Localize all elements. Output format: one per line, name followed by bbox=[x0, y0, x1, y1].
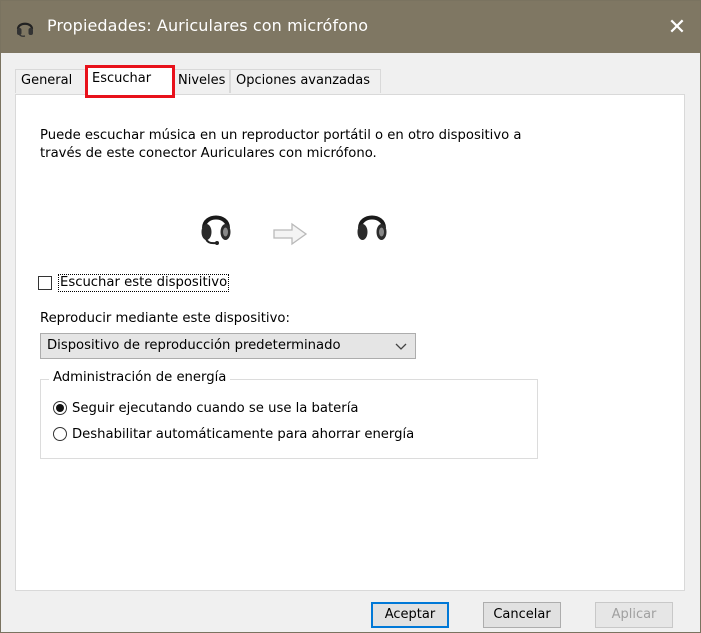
listen-checkbox-label[interactable]: Escuchar este dispositivo bbox=[58, 274, 230, 292]
ok-button[interactable]: Aceptar bbox=[371, 602, 449, 628]
apply-button[interactable]: Aplicar bbox=[595, 602, 673, 628]
listen-checkbox-row[interactable]: Escuchar este dispositivo bbox=[38, 273, 230, 293]
window-title: Propiedades: Auriculares con micrófono bbox=[47, 16, 369, 35]
playback-device-dropdown[interactable]: Dispositivo de reproducción predetermina… bbox=[40, 333, 416, 359]
properties-dialog: Propiedades: Auriculares con micrófono ✕… bbox=[0, 0, 701, 633]
radio-keep-running[interactable] bbox=[53, 401, 67, 415]
power-management-legend: Administración de energía bbox=[49, 370, 231, 385]
arrow-right-icon bbox=[273, 222, 308, 246]
radio-auto-disable[interactable] bbox=[53, 427, 67, 441]
listen-checkbox[interactable] bbox=[38, 276, 52, 290]
tab-general[interactable]: General bbox=[15, 69, 87, 93]
radio-auto-disable-label[interactable]: Deshabilitar automáticamente para ahorra… bbox=[72, 427, 414, 442]
radio-keep-running-row[interactable]: Seguir ejecutando cuando se use la bater… bbox=[53, 398, 358, 418]
radio-auto-disable-row[interactable]: Deshabilitar automáticamente para ahorra… bbox=[53, 424, 414, 444]
headset-target-icon bbox=[357, 215, 387, 240]
tab-niveles[interactable]: Niveles bbox=[172, 69, 230, 93]
listen-panel: Puede escuchar música en un reproductor … bbox=[15, 94, 685, 591]
power-management-group: Administración de energía Seguir ejecuta… bbox=[40, 370, 538, 459]
listen-description: Puede escuchar música en un reproductor … bbox=[40, 128, 522, 161]
playback-device-value: Dispositivo de reproducción predetermina… bbox=[47, 338, 341, 353]
radio-keep-running-label[interactable]: Seguir ejecutando cuando se use la bater… bbox=[72, 401, 358, 416]
tab-opciones-avanzadas[interactable]: Opciones avanzadas bbox=[230, 69, 381, 93]
chevron-down-icon bbox=[395, 343, 407, 350]
playback-device-label: Reproducir mediante este dispositivo: bbox=[40, 311, 290, 326]
title-bar[interactable]: Propiedades: Auriculares con micrófono ✕ bbox=[1, 1, 700, 53]
close-icon: ✕ bbox=[667, 14, 687, 40]
headset-icon bbox=[16, 22, 34, 37]
cancel-button[interactable]: Cancelar bbox=[483, 602, 561, 628]
tab-escuchar[interactable]: Escuchar bbox=[86, 65, 173, 95]
close-button[interactable]: ✕ bbox=[654, 1, 700, 53]
headset-source-icon bbox=[201, 215, 231, 245]
